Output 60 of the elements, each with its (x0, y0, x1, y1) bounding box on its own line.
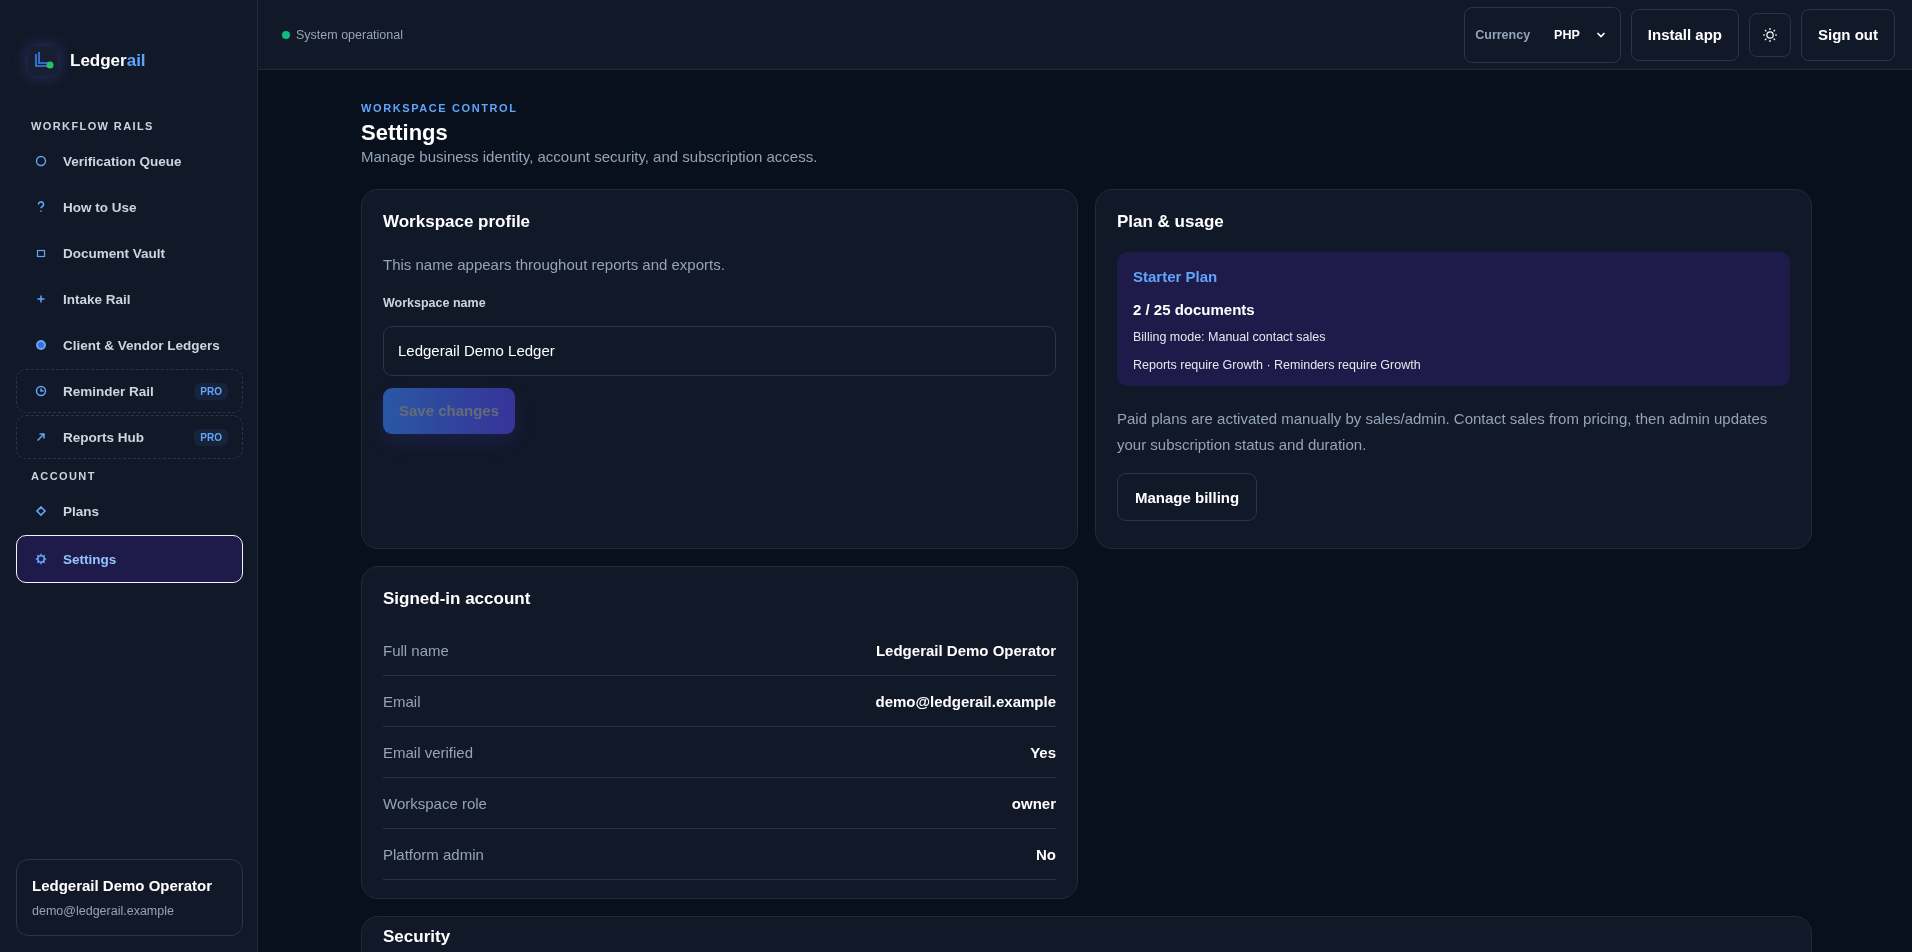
currency-select[interactable]: Currency PHP (1464, 6, 1621, 63)
billing-mode-text: Billing mode: Manual contact sales (1133, 330, 1327, 344)
page-subtitle: Manage business identity, account security, and subscription access. (361, 148, 819, 165)
nav-item[interactable]: Reports Hub PRO (16, 415, 243, 459)
nav-item[interactable]: Verification Queue (16, 139, 243, 183)
theme-toggle-button[interactable] (1749, 12, 1791, 57)
arrow-icon (35, 431, 47, 443)
pro-badge: PRO (194, 382, 228, 400)
row-label: Email verified (383, 743, 474, 761)
nav-item[interactable]: Reminder Rail PRO (16, 369, 243, 413)
requirements-text: Reports require Growth · Reminders require Growth (1133, 358, 1422, 372)
card-description: This name appears throughout reports and exports. (383, 255, 726, 275)
row-value: Ledgerail Demo Operator (875, 641, 1056, 659)
nav-item[interactable]: Document Vault (16, 231, 243, 275)
section-label: ACCOUNT (30, 469, 97, 484)
card-title: Signed-in account (383, 589, 532, 609)
question-icon (35, 201, 47, 213)
manage-billing-button[interactable]: Manage billing (1117, 473, 1258, 521)
nav-item[interactable]: Client & Vendor Ledgers (16, 323, 243, 367)
nav-item[interactable]: Intake Rail (16, 277, 243, 321)
logo-icon (28, 46, 58, 76)
plan-note: Paid plans are activated manually by sales/admin. Contact sales from pricing, then admin updates your subscription status and duration. (1117, 409, 1769, 455)
row-value: Yes (1030, 743, 1056, 761)
disc-icon (35, 339, 47, 351)
row-value: No (1036, 845, 1056, 863)
nav-item[interactable]: How to Use (16, 185, 243, 229)
install-app-button[interactable]: Install app (1630, 8, 1739, 61)
card-title: Workspace profile (383, 212, 532, 232)
row-label: Email (383, 692, 421, 710)
usage-text: 2 / 25 documents (1133, 301, 1256, 318)
diamond-icon (35, 505, 47, 517)
nav-item[interactable]: Settings (16, 535, 243, 583)
plus-icon (35, 293, 47, 305)
row-value: owner (1011, 794, 1056, 812)
gear-icon (35, 553, 47, 565)
row-label: Workspace role (383, 794, 487, 812)
field-label: Workspace name (383, 295, 487, 310)
status-dot (282, 30, 290, 39)
section-label: WORKFLOW RAILS (30, 119, 155, 134)
square-icon (35, 247, 47, 259)
clock-icon (35, 385, 47, 397)
page-title: Settings (361, 120, 449, 146)
plan-name: Starter Plan (1133, 268, 1219, 285)
eyebrow-label: WORKSPACE CONTROL (361, 102, 519, 114)
circle-icon (35, 155, 47, 167)
status-text: System operational (296, 27, 403, 42)
sign-out-button[interactable]: Sign out (1801, 8, 1895, 61)
row-label: Platform admin (383, 845, 484, 863)
sun-icon (1762, 26, 1778, 43)
nav-item[interactable]: Plans (16, 489, 243, 533)
brand-name: Ledgerail (70, 51, 146, 71)
chevron-down-icon (1595, 30, 1606, 39)
row-value: demo@ledgerail.example (875, 692, 1056, 710)
user-email: demo@ledgerail.example (32, 904, 175, 918)
card-title: Security (383, 927, 452, 947)
row-label: Full name (383, 641, 449, 659)
pro-badge: PRO (194, 428, 228, 446)
workspace-name-field[interactable]: Ledgerail Demo Ledger (383, 325, 1056, 376)
card-title: Plan & usage (1117, 212, 1225, 232)
user-name: Ledgerail Demo Operator (32, 877, 214, 894)
